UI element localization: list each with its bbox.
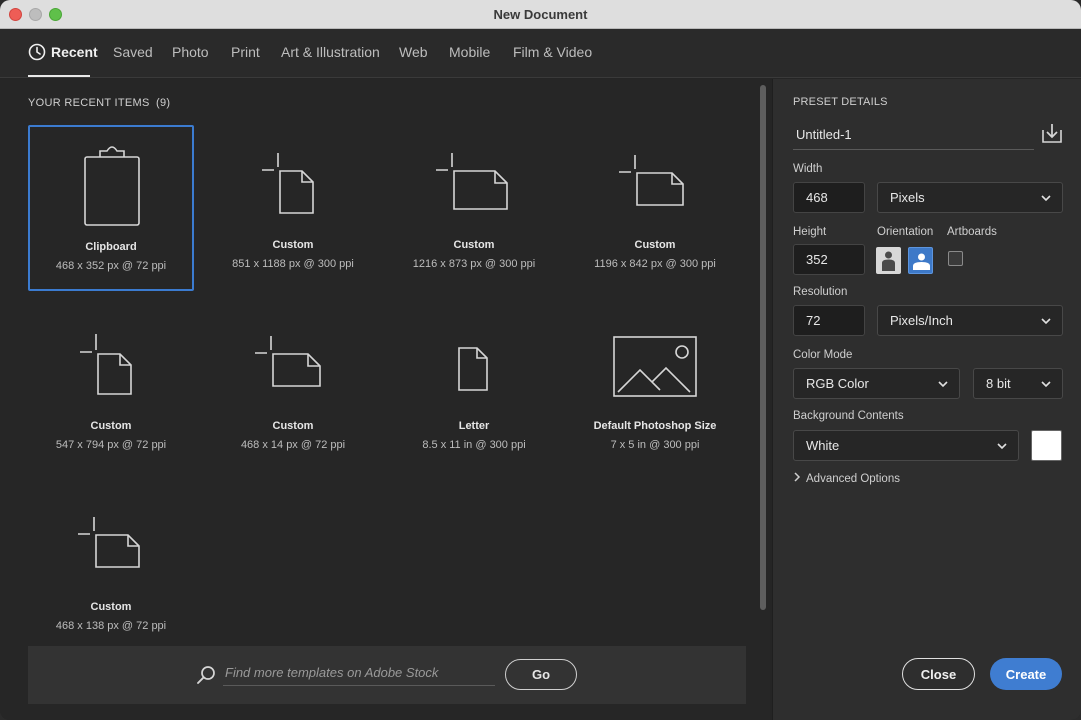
recent-items-count: (9) <box>156 97 171 109</box>
tab-web[interactable]: Web <box>399 44 428 60</box>
width-unit-value: Pixels <box>890 190 925 205</box>
color-mode-select[interactable]: RGB Color <box>793 368 960 399</box>
resolution-unit-select[interactable]: Pixels/Inch <box>877 305 1063 336</box>
chevron-down-icon <box>1041 318 1051 325</box>
landscape-document-icon <box>436 153 508 210</box>
height-label: Height <box>793 226 827 238</box>
item-desc: 468 x 352 px @ 72 ppi <box>55 260 167 272</box>
chevron-down-icon <box>938 381 948 388</box>
item-name: Clipboard <box>85 241 137 253</box>
tab-art-illustration[interactable]: Art & Illustration <box>281 44 380 60</box>
recent-items-panel: YOUR RECENT ITEMS (9) Clipboard 468 x 35… <box>0 79 770 720</box>
portrait-document-icon <box>80 334 132 395</box>
clipboard-icon <box>84 146 140 226</box>
landscape-orientation-button[interactable] <box>908 247 933 274</box>
recent-item-custom-1[interactable]: Custom 851 x 1188 px @ 300 ppi <box>210 125 376 291</box>
landscape-document-icon <box>78 517 140 568</box>
item-name: Custom <box>453 239 495 251</box>
tab-saved[interactable]: Saved <box>113 44 153 60</box>
color-mode-label: Color Mode <box>793 349 853 361</box>
photo-document-icon <box>613 336 697 397</box>
landscape-document-icon <box>255 336 321 387</box>
background-color-swatch[interactable] <box>1031 430 1062 461</box>
search-icon <box>197 666 215 684</box>
tab-print[interactable]: Print <box>231 44 260 60</box>
resolution-label: Resolution <box>793 286 848 298</box>
width-label: Width <box>793 163 823 175</box>
item-name: Letter <box>458 420 490 432</box>
bit-depth-value: 8 bit <box>986 376 1011 391</box>
recent-item-default-photoshop-size[interactable]: Default Photoshop Size 7 x 5 in @ 300 pp… <box>572 306 738 472</box>
recent-item-letter[interactable]: Letter 8.5 x 11 in @ 300 ppi <box>391 306 557 472</box>
recent-item-custom-2[interactable]: Custom 1216 x 873 px @ 300 ppi <box>391 125 557 291</box>
tab-photo[interactable]: Photo <box>172 44 209 60</box>
item-desc: 1196 x 842 px @ 300 ppi <box>594 258 716 270</box>
recent-items-scrollbar[interactable] <box>760 85 766 610</box>
new-document-dialog: New Document Recent Saved Photo Print Ar… <box>0 0 1081 720</box>
preset-details-panel: PRESET DETAILS Width Pixels Height Orien… <box>772 79 1081 720</box>
tab-film-video[interactable]: Film & Video <box>513 44 592 60</box>
active-tab-indicator <box>28 75 90 77</box>
bit-depth-select[interactable]: 8 bit <box>973 368 1063 399</box>
chevron-right-icon <box>794 472 801 482</box>
resolution-unit-value: Pixels/Inch <box>890 313 953 328</box>
save-preset-icon[interactable] <box>1040 122 1064 144</box>
item-desc: 1216 x 873 px @ 300 ppi <box>412 258 536 270</box>
color-mode-value: RGB Color <box>806 376 869 391</box>
clock-icon <box>28 43 46 61</box>
recent-item-custom-3[interactable]: Custom 1196 x 842 px @ 300 ppi <box>572 125 738 291</box>
landscape-person-icon <box>913 253 930 270</box>
recent-item-custom-4[interactable]: Custom 547 x 794 px @ 72 ppi <box>28 306 194 472</box>
width-input[interactable] <box>793 182 865 213</box>
item-desc: 7 x 5 in @ 300 ppi <box>610 439 700 451</box>
width-unit-select[interactable]: Pixels <box>877 182 1063 213</box>
chevron-down-icon <box>997 443 1007 450</box>
advanced-options-label: Advanced Options <box>806 473 900 485</box>
item-name: Default Photoshop Size <box>593 420 717 432</box>
category-tabs: Recent Saved Photo Print Art & Illustrat… <box>0 29 1081 78</box>
go-button[interactable]: Go <box>505 659 577 690</box>
chevron-down-icon <box>1041 195 1051 202</box>
recent-items-title: YOUR RECENT ITEMS <box>28 97 150 109</box>
title-bar: New Document <box>0 0 1081 29</box>
advanced-options-toggle[interactable]: Advanced Options <box>793 472 900 485</box>
recent-items-heading: YOUR RECENT ITEMS (9) <box>28 97 170 109</box>
portrait-person-icon <box>882 251 895 271</box>
item-name: Custom <box>272 239 314 251</box>
window-title: New Document <box>493 7 588 22</box>
recent-item-custom-5[interactable]: Custom 468 x 14 px @ 72 ppi <box>210 306 376 472</box>
portrait-orientation-button[interactable] <box>876 247 901 274</box>
tab-mobile[interactable]: Mobile <box>449 44 490 60</box>
item-name: Custom <box>634 239 676 251</box>
height-input[interactable] <box>793 244 865 275</box>
artboards-checkbox[interactable] <box>948 251 963 266</box>
preset-details-heading: PRESET DETAILS <box>793 96 888 108</box>
background-contents-label: Background Contents <box>793 410 904 422</box>
item-desc: 547 x 794 px @ 72 ppi <box>55 439 167 451</box>
chevron-down-icon <box>1041 381 1051 388</box>
item-desc: 8.5 x 11 in @ 300 ppi <box>422 439 526 451</box>
adobe-stock-search-bar: Go <box>28 646 746 704</box>
item-desc: 468 x 14 px @ 72 ppi <box>240 439 346 451</box>
document-name-input[interactable] <box>793 120 1034 150</box>
background-contents-select[interactable]: White <box>793 430 1019 461</box>
landscape-document-icon <box>619 155 684 206</box>
stock-search-input[interactable] <box>223 660 495 686</box>
close-button[interactable]: Close <box>902 658 975 690</box>
item-desc: 851 x 1188 px @ 300 ppi <box>232 258 354 270</box>
item-name: Custom <box>272 420 314 432</box>
letter-document-icon <box>458 347 488 391</box>
background-contents-value: White <box>806 438 840 453</box>
item-name: Custom <box>90 420 132 432</box>
recent-item-clipboard[interactable]: Clipboard 468 x 352 px @ 72 ppi <box>28 125 194 291</box>
orientation-label: Orientation <box>877 226 934 238</box>
item-name: Custom <box>90 601 132 613</box>
recent-item-custom-6[interactable]: Custom 468 x 138 px @ 72 ppi <box>28 487 194 653</box>
portrait-document-icon <box>262 153 314 214</box>
artboards-label: Artboards <box>947 226 997 238</box>
create-button[interactable]: Create <box>990 658 1062 690</box>
tab-recent[interactable]: Recent <box>51 44 98 60</box>
item-desc: 468 x 138 px @ 72 ppi <box>55 620 167 632</box>
resolution-input[interactable] <box>793 305 865 336</box>
